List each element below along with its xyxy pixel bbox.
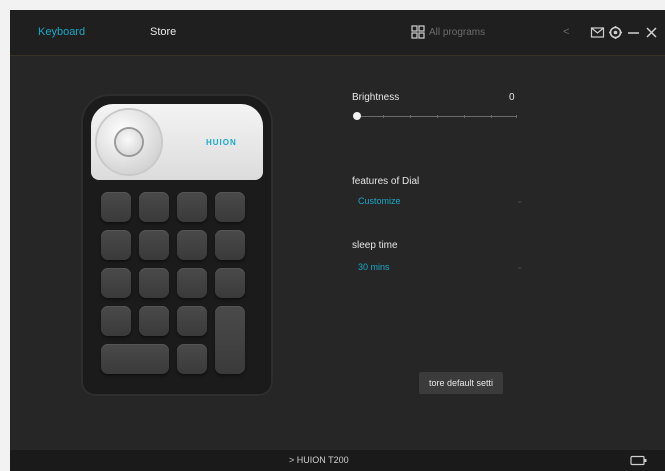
brightness-label: Brightness: [352, 92, 400, 103]
dial-center-button[interactable]: [116, 129, 142, 155]
device-top-panel: HUION: [91, 104, 263, 180]
battery-icon: [630, 455, 647, 466]
sleep-time-label: sleep time: [352, 240, 398, 251]
key-11[interactable]: [177, 268, 207, 298]
dial-knob[interactable]: [97, 110, 161, 174]
status-bar: > HUION T200: [10, 450, 665, 471]
key-1[interactable]: [101, 192, 131, 222]
key-7[interactable]: [177, 230, 207, 260]
key-9[interactable]: [101, 268, 131, 298]
key-3[interactable]: [177, 192, 207, 222]
brightness-slider-thumb[interactable]: [353, 112, 361, 120]
chevron-left-icon[interactable]: <: [563, 26, 569, 38]
key-13[interactable]: [101, 306, 131, 336]
restore-default-button[interactable]: tore default setti: [419, 372, 503, 394]
grid-icon[interactable]: [411, 25, 425, 39]
brightness-value: 0: [509, 92, 515, 103]
brightness-slider-track[interactable]: [357, 115, 517, 118]
key-5[interactable]: [101, 230, 131, 260]
settings-icon[interactable]: [608, 25, 623, 40]
key-15[interactable]: [177, 306, 207, 336]
chevron-down-icon[interactable]: ⌄: [516, 261, 524, 272]
key-grid: [101, 192, 253, 386]
key-8[interactable]: [215, 230, 245, 260]
keypad-device: HUION: [81, 94, 273, 396]
minimize-icon[interactable]: [626, 25, 641, 40]
key-16[interactable]: [177, 344, 207, 374]
dial-features-select[interactable]: Customize: [358, 196, 401, 206]
top-bar: Keyboard Store All programs <: [10, 10, 665, 56]
app-window: Keyboard Store All programs < HUION Brig…: [10, 10, 665, 471]
close-icon[interactable]: [644, 25, 659, 40]
key-tall[interactable]: [215, 306, 245, 374]
key-12[interactable]: [215, 268, 245, 298]
key-10[interactable]: [139, 268, 169, 298]
chevron-down-icon[interactable]: ⌄: [516, 195, 524, 206]
top-divider: [10, 55, 665, 56]
mail-icon[interactable]: [590, 25, 605, 40]
brand-logo: HUION: [206, 138, 237, 147]
sleep-time-select[interactable]: 30 mins: [358, 262, 390, 272]
tab-keyboard[interactable]: Keyboard: [38, 26, 85, 38]
device-name[interactable]: > HUION T200: [289, 455, 349, 465]
key-4[interactable]: [215, 192, 245, 222]
key-6[interactable]: [139, 230, 169, 260]
dial-features-label: features of Dial: [352, 176, 420, 187]
program-select[interactable]: All programs: [429, 27, 485, 38]
key-2[interactable]: [139, 192, 169, 222]
key-wide[interactable]: [101, 344, 169, 374]
key-14[interactable]: [139, 306, 169, 336]
tab-store[interactable]: Store: [150, 26, 176, 38]
